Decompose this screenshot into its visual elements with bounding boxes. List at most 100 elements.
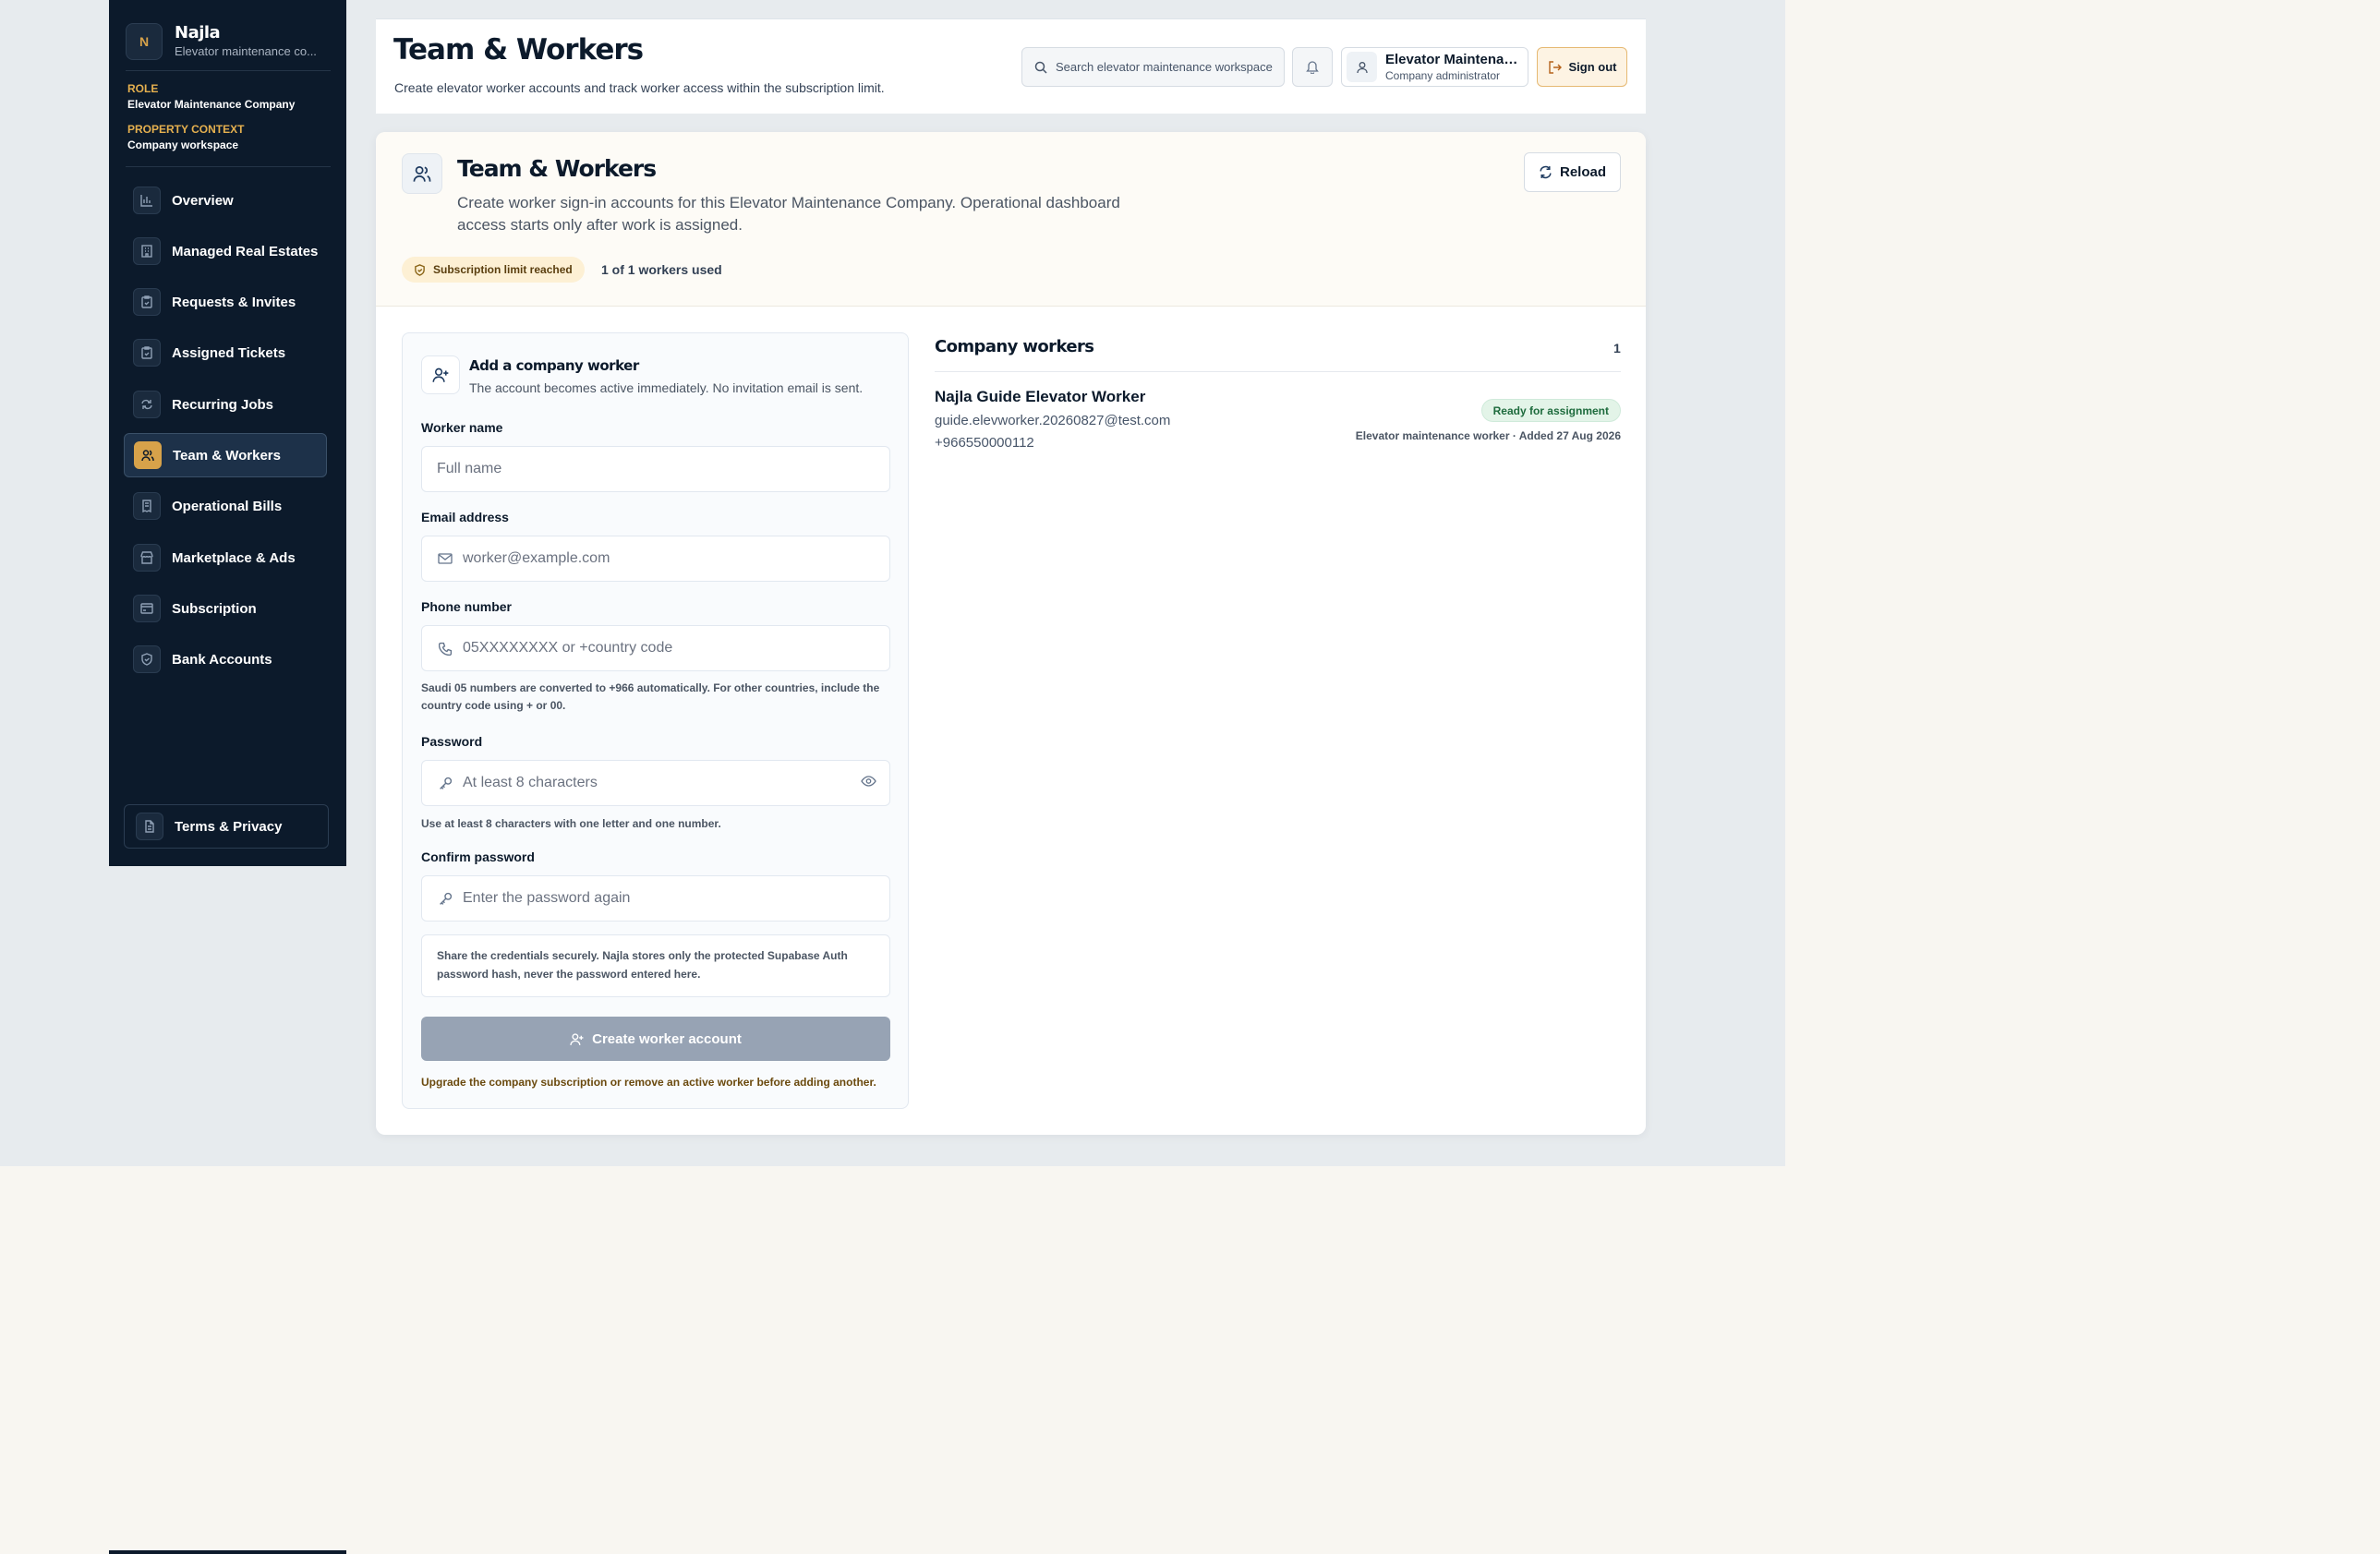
role-context: ROLE Elevator Maintenance Company bbox=[127, 81, 332, 113]
sidebar-item-label: Overview bbox=[172, 192, 234, 209]
sidebar-item-label: Team & Workers bbox=[173, 447, 281, 464]
search-input[interactable]: Search elevator maintenance workspace bbox=[1021, 47, 1285, 87]
sidebar-divider bbox=[126, 166, 331, 167]
sidebar-item-marketplace-ads[interactable]: Marketplace & Ads bbox=[124, 536, 327, 580]
workers-count: 1 bbox=[1613, 341, 1621, 355]
users-icon bbox=[402, 153, 442, 194]
sidebar-item-label: Recurring Jobs bbox=[172, 396, 274, 413]
phone-label: Phone number bbox=[421, 599, 513, 614]
clipboard-icon bbox=[133, 288, 161, 316]
property-key: PROPERTY CONTEXT bbox=[127, 123, 245, 136]
sidebar-item-bank-accounts[interactable]: Bank Accounts bbox=[124, 637, 327, 681]
search-icon bbox=[1034, 61, 1047, 74]
role-key: ROLE bbox=[127, 82, 159, 95]
search-placeholder: Search elevator maintenance workspace bbox=[1056, 60, 1273, 74]
sidebar-item-label: Marketplace & Ads bbox=[172, 549, 296, 566]
sign-out-icon bbox=[1548, 60, 1562, 74]
notifications-button[interactable] bbox=[1292, 47, 1333, 87]
reload-button[interactable]: Reload bbox=[1524, 152, 1621, 192]
sidebar-item-operational-bills[interactable]: Operational Bills bbox=[124, 484, 327, 528]
role-value: Elevator Maintenance Company bbox=[127, 98, 296, 111]
page-title: Team & Workers bbox=[393, 33, 644, 66]
workers-list-title: Company workers bbox=[935, 337, 1094, 356]
confirm-password-field[interactable]: Enter the password again bbox=[421, 875, 890, 922]
building-icon bbox=[133, 237, 161, 265]
terms-privacy-link[interactable]: Terms & Privacy bbox=[124, 804, 329, 849]
create-worker-button[interactable]: Create worker account bbox=[421, 1017, 890, 1061]
sign-out-button[interactable]: Sign out bbox=[1537, 47, 1627, 87]
property-context: PROPERTY CONTEXT Company workspace bbox=[127, 122, 332, 153]
worker-email: guide.elevworker.20260827@test.com bbox=[935, 413, 1171, 428]
worker-name: Najla Guide Elevator Worker bbox=[935, 388, 1146, 405]
key-icon bbox=[437, 890, 453, 907]
sidebar-item-managed-real-estates[interactable]: Managed Real Estates bbox=[124, 229, 327, 273]
email-field[interactable]: worker@example.com bbox=[421, 536, 890, 582]
user-name: Elevator Maintenan... bbox=[1385, 51, 1524, 67]
card-header: Team & Workers Create worker sign-in acc… bbox=[376, 132, 1646, 307]
worker-name-field[interactable]: Full name bbox=[421, 446, 890, 492]
worker-name-placeholder: Full name bbox=[437, 461, 502, 476]
confirm-password-placeholder: Enter the password again bbox=[463, 890, 631, 906]
phone-help: Saudi 05 numbers are converted to +966 a… bbox=[421, 681, 880, 712]
document-icon bbox=[136, 813, 163, 840]
brand-name: Najla bbox=[175, 23, 221, 42]
workers-usage: 1 of 1 workers used bbox=[601, 262, 722, 277]
property-value: Company workspace bbox=[127, 139, 239, 151]
phone-field[interactable]: 05XXXXXXXX or +country code bbox=[421, 625, 890, 671]
password-label: Password bbox=[421, 734, 483, 749]
refresh-icon bbox=[1539, 165, 1552, 179]
team-workers-card: Team & Workers Create worker sign-in acc… bbox=[376, 132, 1646, 1135]
add-worker-form: Add a company worker The account becomes… bbox=[402, 332, 909, 1109]
sidebar-item-assigned-tickets[interactable]: Assigned Tickets bbox=[124, 331, 327, 375]
mail-icon bbox=[437, 550, 453, 567]
receipt-icon bbox=[133, 492, 161, 520]
clipboard-check-icon bbox=[133, 339, 161, 367]
brand-logo: N bbox=[126, 23, 163, 60]
reload-label: Reload bbox=[1559, 164, 1606, 180]
brand-subtitle: Elevator maintenance co... bbox=[175, 44, 317, 58]
sidebar-item-label: Operational Bills bbox=[172, 498, 283, 514]
form-title: Add a company worker bbox=[469, 357, 639, 374]
sidebar-item-overview[interactable]: Overview bbox=[124, 178, 327, 223]
sidebar: N Najla Elevator maintenance co... ROLE … bbox=[109, 0, 346, 866]
users-icon bbox=[134, 441, 162, 469]
user-role: Company administrator bbox=[1385, 68, 1501, 82]
show-password-icon[interactable] bbox=[861, 775, 876, 788]
user-avatar-icon bbox=[1347, 52, 1377, 82]
page-subtitle: Create elevator worker accounts and trac… bbox=[394, 80, 885, 95]
sign-out-label: Sign out bbox=[1568, 60, 1617, 74]
shield-icon bbox=[133, 645, 161, 673]
section-description: Create worker sign-in accounts for this … bbox=[457, 194, 1120, 234]
user-plus-icon bbox=[570, 1032, 584, 1046]
bell-icon bbox=[1306, 60, 1319, 74]
terms-label: Terms & Privacy bbox=[175, 818, 283, 835]
shield-check-icon bbox=[414, 263, 426, 276]
limit-badge-label: Subscription limit reached bbox=[433, 263, 573, 276]
phone-icon bbox=[437, 640, 453, 657]
sidebar-item-requests-invites[interactable]: Requests & Invites bbox=[124, 280, 327, 324]
sidebar-edge bbox=[109, 1550, 346, 1554]
sidebar-item-recurring-jobs[interactable]: Recurring Jobs bbox=[124, 382, 327, 427]
sidebar-item-label: Requests & Invites bbox=[172, 294, 296, 310]
worker-name-label: Worker name bbox=[421, 420, 503, 435]
worker-meta: Elevator maintenance worker · Added 27 A… bbox=[1355, 429, 1621, 442]
email-label: Email address bbox=[421, 510, 509, 524]
section-title: Team & Workers bbox=[457, 155, 657, 182]
sidebar-item-label: Subscription bbox=[172, 600, 257, 617]
user-plus-icon bbox=[421, 355, 460, 394]
sidebar-item-label: Assigned Tickets bbox=[172, 344, 286, 361]
credentials-note: Share the credentials securely. Najla st… bbox=[421, 934, 890, 997]
brand[interactable]: N Najla Elevator maintenance co... bbox=[126, 20, 338, 63]
confirm-password-label: Confirm password bbox=[421, 849, 535, 864]
password-field[interactable]: At least 8 characters bbox=[421, 760, 890, 806]
create-worker-label: Create worker account bbox=[592, 1030, 742, 1047]
sidebar-item-subscription[interactable]: Subscription bbox=[124, 586, 327, 631]
user-menu[interactable]: Elevator Maintenan... Company administra… bbox=[1341, 47, 1528, 87]
phone-placeholder: 05XXXXXXXX or +country code bbox=[463, 640, 673, 656]
bar-chart-icon bbox=[133, 187, 161, 214]
worker-phone: +966550000112 bbox=[935, 435, 1034, 451]
password-placeholder: At least 8 characters bbox=[463, 775, 598, 790]
status-badge: Ready for assignment bbox=[1480, 399, 1621, 422]
sidebar-item-team-workers[interactable]: Team & Workers bbox=[124, 433, 327, 477]
card-icon bbox=[133, 595, 161, 622]
